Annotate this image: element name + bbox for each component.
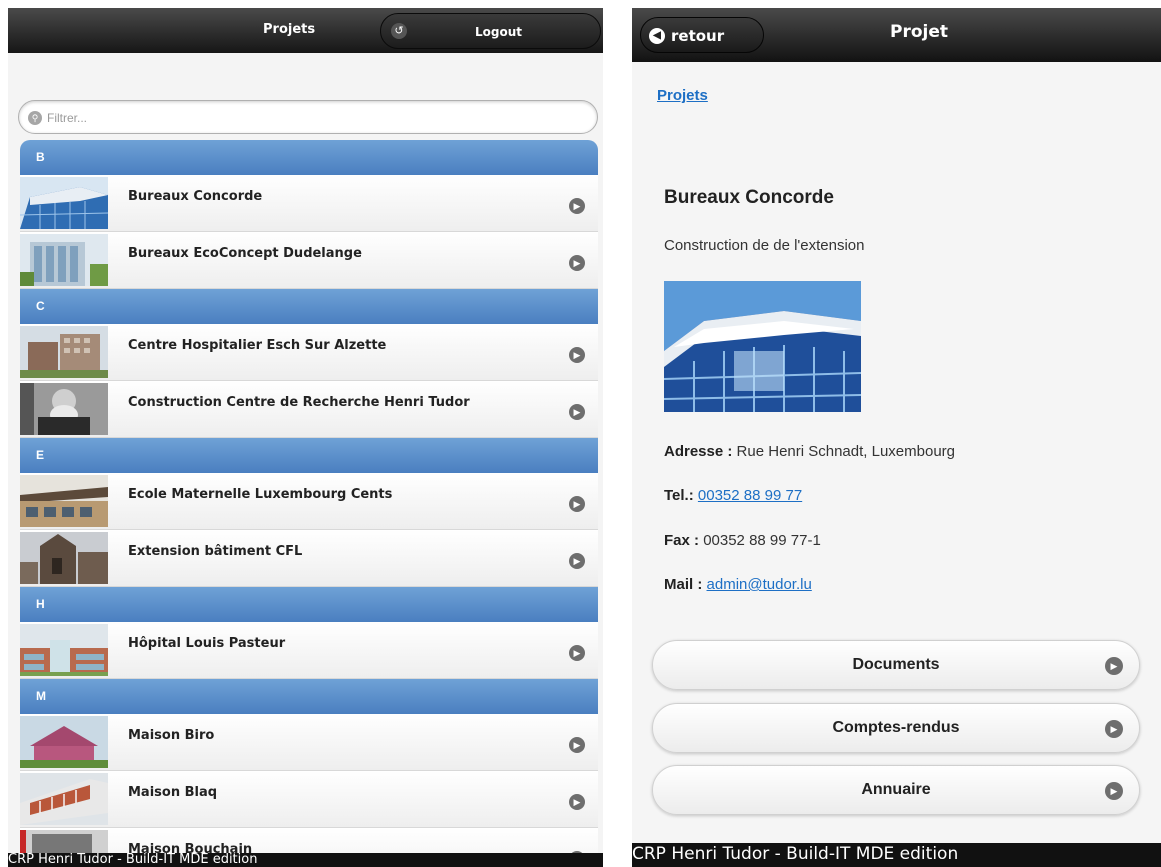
logout-label: Logout bbox=[475, 25, 523, 39]
mail-link[interactable]: admin@tudor.lu bbox=[707, 576, 812, 593]
address-value: Rue Henri Schnadt, Luxembourg bbox=[736, 443, 956, 460]
chevron-right-icon: ▶ bbox=[569, 737, 585, 753]
list-item-bureaux-ecoconcept[interactable]: Bureaux EcoConcept Dudelange ▶ bbox=[20, 232, 598, 289]
list-item-maison-biro[interactable]: Maison Biro ▶ bbox=[20, 714, 598, 771]
list-item-label: Maison Blaq bbox=[128, 785, 218, 800]
logout-button[interactable]: ↺ Logout bbox=[380, 13, 601, 49]
annuaire-button[interactable]: Annuaire ▶ bbox=[652, 765, 1140, 815]
fax-label: Fax : bbox=[664, 532, 700, 549]
chevron-left-icon: ◀ bbox=[649, 28, 665, 44]
chevron-right-icon: ▶ bbox=[569, 645, 585, 661]
project-thumbnail bbox=[20, 624, 108, 676]
chevron-right-icon: ▶ bbox=[1105, 720, 1123, 738]
undo-icon: ↺ bbox=[391, 23, 407, 39]
list-item-label: Bureaux Concorde bbox=[128, 189, 263, 204]
chevron-right-icon: ▶ bbox=[569, 794, 585, 810]
list-divider-c: C bbox=[20, 289, 598, 324]
fax-value: 00352 88 99 77-1 bbox=[703, 532, 821, 549]
button-label: Annuaire bbox=[861, 781, 931, 798]
project-thumbnail bbox=[20, 716, 108, 768]
list-header-title: Projets bbox=[263, 22, 316, 37]
detail-header-title: Projet bbox=[890, 22, 949, 42]
back-label: retour bbox=[671, 27, 725, 45]
project-thumbnail bbox=[20, 234, 108, 286]
mail-label: Mail : bbox=[664, 576, 703, 593]
project-thumbnail bbox=[20, 475, 108, 527]
address-label: Adresse : bbox=[664, 443, 733, 460]
list-footer: CRP Henri Tudor - Build-IT MDE edition bbox=[8, 853, 603, 867]
list-item-label: Construction Centre de Recherche Henri T… bbox=[128, 395, 470, 410]
chevron-right-icon: ▶ bbox=[569, 347, 585, 363]
back-button[interactable]: ◀ retour bbox=[640, 17, 764, 53]
list-item-hopital-louis-pasteur[interactable]: Hôpital Louis Pasteur ▶ bbox=[20, 622, 598, 679]
list-item-construction-centre[interactable]: Construction Centre de Recherche Henri T… bbox=[20, 381, 598, 438]
filter-search-box[interactable]: ⚲ bbox=[18, 100, 598, 134]
projects-list-screen: Projets ↺ Logout ⚲ B Bureaux Concorde ▶ … bbox=[8, 8, 603, 867]
project-title: Bureaux Concorde bbox=[664, 187, 834, 208]
list-item-ecole-maternelle[interactable]: Ecole Maternelle Luxembourg Cents ▶ bbox=[20, 473, 598, 530]
project-image bbox=[664, 281, 861, 412]
filter-input[interactable] bbox=[47, 107, 587, 129]
list-divider-m: M bbox=[20, 679, 598, 714]
list-item-bureaux-concorde[interactable]: Bureaux Concorde ▶ bbox=[20, 175, 598, 232]
breadcrumb-projets-link[interactable]: Projets bbox=[657, 87, 708, 104]
chevron-right-icon: ▶ bbox=[1105, 657, 1123, 675]
button-label: Documents bbox=[852, 656, 940, 673]
list-divider-b: B bbox=[20, 140, 598, 175]
project-thumbnail bbox=[20, 532, 108, 584]
tel-label: Tel.: bbox=[664, 487, 694, 504]
list-item-label: Hôpital Louis Pasteur bbox=[128, 636, 286, 651]
list-header-bar: Projets ↺ Logout bbox=[8, 8, 603, 53]
project-thumbnail bbox=[20, 177, 108, 229]
list-divider-h: H bbox=[20, 587, 598, 622]
detail-header-bar: ◀ retour Projet bbox=[632, 8, 1161, 62]
documents-button[interactable]: Documents ▶ bbox=[652, 640, 1140, 690]
address-row: Adresse : Rue Henri Schnadt, Luxembourg bbox=[664, 443, 955, 460]
fax-row: Fax : 00352 88 99 77-1 bbox=[664, 532, 821, 549]
comptes-rendus-button[interactable]: Comptes-rendus ▶ bbox=[652, 703, 1140, 753]
list-item-maison-blaq[interactable]: Maison Blaq ▶ bbox=[20, 771, 598, 828]
list-item-label: Bureaux EcoConcept Dudelange bbox=[128, 246, 362, 261]
chevron-right-icon: ▶ bbox=[569, 404, 585, 420]
project-detail-screen: ◀ retour Projet Projets Bureaux Concorde… bbox=[632, 8, 1161, 867]
list-divider-e: E bbox=[20, 438, 598, 473]
list-item-label: Centre Hospitalier Esch Sur Alzette bbox=[128, 338, 387, 353]
project-thumbnail bbox=[20, 773, 108, 825]
list-item-label: Extension bâtiment CFL bbox=[128, 544, 303, 559]
mail-row: Mail : admin@tudor.lu bbox=[664, 576, 812, 593]
chevron-right-icon: ▶ bbox=[569, 496, 585, 512]
chevron-right-icon: ▶ bbox=[569, 198, 585, 214]
project-list: B Bureaux Concorde ▶ Bureaux EcoConcept … bbox=[20, 140, 598, 867]
list-item-extension-cfl[interactable]: Extension bâtiment CFL ▶ bbox=[20, 530, 598, 587]
tel-row: Tel.: 00352 88 99 77 bbox=[664, 487, 802, 504]
project-description: Construction de de l'extension bbox=[664, 237, 865, 254]
detail-footer: CRP Henri Tudor - Build-IT MDE edition bbox=[632, 843, 1161, 867]
search-icon: ⚲ bbox=[28, 111, 42, 125]
chevron-right-icon: ▶ bbox=[569, 255, 585, 271]
project-thumbnail bbox=[20, 326, 108, 378]
tel-link[interactable]: 00352 88 99 77 bbox=[698, 487, 802, 504]
list-item-label: Ecole Maternelle Luxembourg Cents bbox=[128, 487, 393, 502]
chevron-right-icon: ▶ bbox=[569, 553, 585, 569]
project-thumbnail bbox=[20, 383, 108, 435]
button-label: Comptes-rendus bbox=[832, 719, 960, 736]
list-item-centre-hospitalier[interactable]: Centre Hospitalier Esch Sur Alzette ▶ bbox=[20, 324, 598, 381]
chevron-right-icon: ▶ bbox=[1105, 782, 1123, 800]
list-item-label: Maison Biro bbox=[128, 728, 215, 743]
